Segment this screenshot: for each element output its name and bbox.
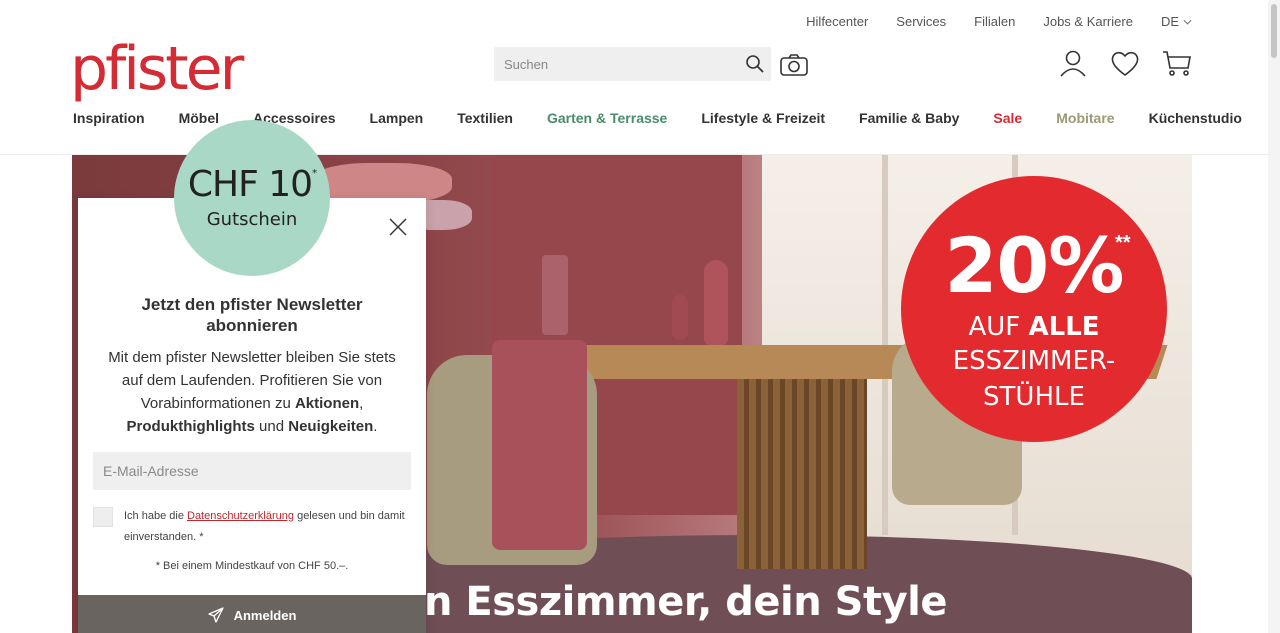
close-icon[interactable] — [388, 217, 408, 237]
util-link-filialen[interactable]: Filialen — [974, 14, 1015, 29]
nav-item-lifestyle-freizeit[interactable]: Lifestyle & Freizeit — [701, 110, 825, 126]
hero-headline: n Esszimmer, dein Style — [424, 579, 948, 625]
util-link-hilfecenter[interactable]: Hilfecenter — [806, 14, 868, 29]
shopping-cart-icon[interactable] — [1162, 48, 1192, 78]
minimum-purchase-note: * Bei einem Mindestkauf von CHF 50.–. — [155, 560, 349, 572]
newsletter-title: Jetzt den pfister Newsletter abonnieren — [141, 295, 363, 335]
subscribe-button-label: Anmelden — [233, 607, 297, 623]
send-paper-plane-icon — [207, 607, 224, 623]
header-actions — [1058, 48, 1192, 78]
privacy-policy-link[interactable]: Datenschutzerklärung — [187, 510, 294, 522]
discount-line-3: STÜHLE — [983, 382, 1085, 412]
nav-item-textilien[interactable]: Textilien — [457, 110, 513, 126]
page-scrollbar[interactable] — [1268, 0, 1280, 633]
user-account-icon[interactable] — [1058, 48, 1088, 78]
scrollbar-thumb[interactable] — [1271, 4, 1277, 58]
site-header: Hilfecenter Services Filialen Jobs & Kar… — [0, 0, 1268, 155]
chevron-down-icon — [1183, 19, 1192, 25]
voucher-amount: CHF 10* — [187, 164, 317, 205]
wishlist-heart-icon[interactable] — [1110, 48, 1140, 78]
subscribe-button[interactable]: Anmelden — [78, 595, 426, 633]
nav-item-inspiration[interactable]: Inspiration — [73, 110, 145, 126]
consent-checkbox[interactable] — [93, 507, 113, 527]
nav-item-moebel[interactable]: Möbel — [179, 110, 219, 126]
language-selector[interactable]: DE — [1161, 14, 1192, 29]
nav-item-familie-baby[interactable]: Familie & Baby — [859, 110, 959, 126]
pfister-logo[interactable]: pfister — [70, 34, 244, 104]
camera-search-icon[interactable] — [779, 53, 809, 77]
discount-asterisks: ** — [1115, 232, 1131, 254]
nav-item-garten-terrasse[interactable]: Garten & Terrasse — [547, 110, 667, 126]
util-link-jobs[interactable]: Jobs & Karriere — [1043, 14, 1133, 29]
voucher-label: Gutschein — [206, 209, 298, 230]
search-bar — [494, 47, 771, 81]
nav-item-mobitare[interactable]: Mobitare — [1056, 110, 1114, 126]
nav-item-lampen[interactable]: Lampen — [370, 110, 424, 126]
discount-line-1: AUF ALLE — [968, 312, 1100, 342]
newsletter-description: Mit dem pfister Newsletter bleiben Sie s… — [108, 349, 396, 435]
email-field[interactable] — [93, 452, 411, 490]
language-label: DE — [1160, 14, 1179, 29]
consent-label: Ich habe die Datenschutzerklärung gelese… — [124, 510, 405, 543]
search-input[interactable] — [494, 47, 724, 81]
discount-badge: 20% ** AUF ALLE ESSZIMMER- STÜHLE — [901, 176, 1167, 442]
utility-nav: Hilfecenter Services Filialen Jobs & Kar… — [778, 14, 1192, 29]
nav-item-kuechenstudio[interactable]: Küchenstudio — [1149, 110, 1242, 126]
voucher-badge: CHF 10* Gutschein — [174, 120, 330, 276]
search-icon[interactable] — [745, 54, 765, 74]
nav-item-sale[interactable]: Sale — [993, 110, 1022, 126]
util-link-services[interactable]: Services — [896, 14, 946, 29]
discount-line-2: ESSZIMMER- — [952, 346, 1116, 376]
